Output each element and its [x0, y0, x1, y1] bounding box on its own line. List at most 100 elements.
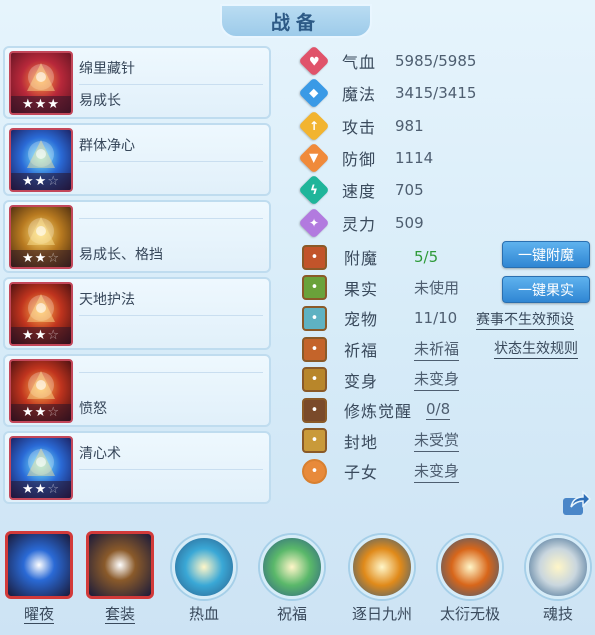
enchant-all-button[interactable]: 一键附魔 [502, 241, 590, 268]
bottom-item-0[interactable]: 曜夜 [1, 527, 77, 635]
skill-card[interactable]: ★★☆ 群体净心 [3, 123, 271, 196]
skill-card[interactable]: ★★☆ 易成长、格挡 [3, 200, 271, 273]
skill-card[interactable]: ★★★ 绵里藏针 易成长 [3, 46, 271, 119]
star-filled-icon: ★ [34, 97, 48, 112]
stat-row: ϟ 速度 705 [298, 174, 590, 206]
cultivation-icon[interactable]: • [302, 397, 327, 423]
star-empty-icon: ☆ [47, 482, 60, 497]
soul-skill-icon[interactable] [526, 535, 590, 599]
extra-value[interactable]: 0/8 [426, 400, 451, 421]
children-icon[interactable]: • [302, 458, 327, 484]
stat-row: ✦ 灵力 509 [298, 206, 590, 239]
star-rating: ★★☆ [11, 327, 71, 344]
stat-label: 攻击 [342, 117, 377, 137]
star-rating: ★★☆ [11, 250, 71, 267]
fruit-all-button[interactable]: 一键果实 [502, 276, 590, 303]
bottom-item-text: 套装 [104, 605, 135, 624]
event-preset-link[interactable]: 赛事不生效预设 [476, 311, 574, 330]
stat-value: 5985/5985 [395, 52, 477, 71]
lightning-icon: ϟ [298, 174, 330, 206]
pet-avatar-icon[interactable]: • [302, 305, 327, 331]
stat-row: ↑ 攻击 981 [298, 110, 590, 142]
purify-mask-icon[interactable]: ★★☆ [9, 128, 73, 192]
skill-text: 绵里藏针 易成长 [79, 48, 263, 117]
star-filled-icon: ★ [22, 174, 35, 189]
fruit-icon[interactable]: • [302, 275, 327, 301]
extra-value[interactable]: 未变身 [414, 368, 460, 392]
stat-label: 灵力 [342, 214, 377, 234]
star-filled-icon: ★ [47, 97, 60, 112]
bottom-item-text: 曜夜 [23, 605, 54, 624]
fief-icon[interactable]: • [302, 428, 327, 454]
skill-name: 清心术 [79, 443, 263, 470]
status-rules-link[interactable]: 状态生效规则 [494, 340, 578, 359]
skill-card[interactable]: ★★☆ 天地护法 [3, 277, 271, 350]
panel-title-tab: 战备 [220, 4, 372, 38]
panel-title: 战备 [270, 11, 321, 34]
extra-value: 未使用 [414, 279, 460, 298]
blessing-leaf-icon[interactable] [260, 535, 324, 599]
extra-value[interactable]: 未变身 [414, 460, 460, 483]
star-filled-icon: ★ [34, 405, 48, 420]
battle-prep-panel: 战备 ★★★ 绵里藏针 易成长 ★★☆ 群体净心 ★★☆ 易成长、格挡 ★★☆ 天地护法 ★★☆ 愤… [0, 0, 595, 635]
extra-label: 封地 [344, 432, 379, 452]
extra-row: • 变身 未变身 [298, 364, 590, 395]
skill-name [79, 212, 263, 219]
guardian-warrior-icon[interactable]: ★★☆ [9, 205, 73, 269]
hot-blood-icon[interactable] [172, 535, 236, 599]
night-orb-icon[interactable] [5, 531, 73, 599]
bottom-item-label: 曜夜 [1, 603, 77, 624]
star-filled-icon: ★ [22, 405, 35, 420]
bottom-item-4[interactable]: 逐日九州 [344, 527, 420, 635]
star-rating: ★★☆ [11, 404, 71, 421]
extra-label: 子女 [344, 463, 379, 483]
skill-name: 天地护法 [79, 289, 263, 316]
extra-row: • 子女 未变身 [298, 456, 590, 487]
share-icon[interactable] [561, 489, 591, 517]
transform-icon[interactable]: • [302, 367, 327, 393]
star-empty-icon: ☆ [47, 328, 60, 343]
skill-text: 易成长、格挡 [79, 202, 263, 271]
skill-list: ★★★ 绵里藏针 易成长 ★★☆ 群体净心 ★★☆ 易成长、格挡 ★★☆ 天地护法 ★★☆ 愤怒 ★★… [3, 46, 271, 508]
treasure-chest-icon[interactable] [86, 531, 154, 599]
sun-chase-icon[interactable] [350, 535, 414, 599]
bottom-item-2[interactable]: 热血 [166, 527, 242, 635]
star-filled-icon: ★ [22, 97, 35, 112]
mana-drop-icon: ◆ [298, 77, 330, 109]
bottom-item-1[interactable]: 套装 [82, 527, 158, 635]
bottom-item-label: 太衍无极 [432, 603, 508, 624]
bottom-function-bar: 曜夜 套装 热血 祝福 逐日九州 太衍无极 魂技 [0, 527, 595, 635]
star-empty-icon: ☆ [47, 405, 60, 420]
stat-label: 魔法 [342, 85, 377, 105]
extra-label: 修炼觉醒 [344, 402, 413, 422]
bottom-item-label: 套装 [82, 603, 158, 624]
skill-text: 愤怒 [79, 356, 263, 425]
skill-card[interactable]: ★★☆ 愤怒 [3, 354, 271, 427]
bottom-item-6[interactable]: 魂技 [520, 527, 595, 635]
bottom-item-3[interactable]: 祝福 [254, 527, 330, 635]
extra-value[interactable]: 未祈福 [414, 338, 460, 361]
bottom-item-text: 祝福 [276, 605, 307, 623]
flaming-ring-icon[interactable]: ★★☆ [9, 359, 73, 423]
skill-card[interactable]: ★★☆ 清心术 [3, 431, 271, 504]
taiyan-drum-icon[interactable] [438, 535, 502, 599]
stat-row: ▼ 防御 1114 [298, 142, 590, 174]
calm-heart-icon[interactable]: ★★☆ [9, 436, 73, 500]
extra-label: 祈福 [344, 341, 379, 361]
stat-label: 防御 [342, 150, 377, 170]
skill-traits: 易成长 [79, 93, 121, 109]
bottom-item-label: 热血 [166, 603, 242, 624]
needle-sword-icon[interactable]: ★★★ [9, 51, 73, 115]
stat-value: 705 [395, 181, 424, 200]
extra-row: • 封地 未受赏 [298, 426, 590, 457]
golden-whip-icon[interactable]: ★★☆ [9, 282, 73, 346]
star-filled-icon: ★ [34, 251, 48, 266]
bottom-item-5[interactable]: 太衍无极 [432, 527, 508, 635]
stat-row: ◆ 魔法 3415/3415 [298, 77, 590, 109]
extra-value[interactable]: 未受赏 [414, 429, 460, 453]
extra-label: 果实 [344, 279, 379, 299]
blessing-icon[interactable]: • [302, 336, 327, 362]
spirit-icon: ✦ [298, 207, 330, 239]
skill-traits: 愤怒 [79, 401, 107, 417]
enchant-icon[interactable]: • [302, 244, 327, 270]
